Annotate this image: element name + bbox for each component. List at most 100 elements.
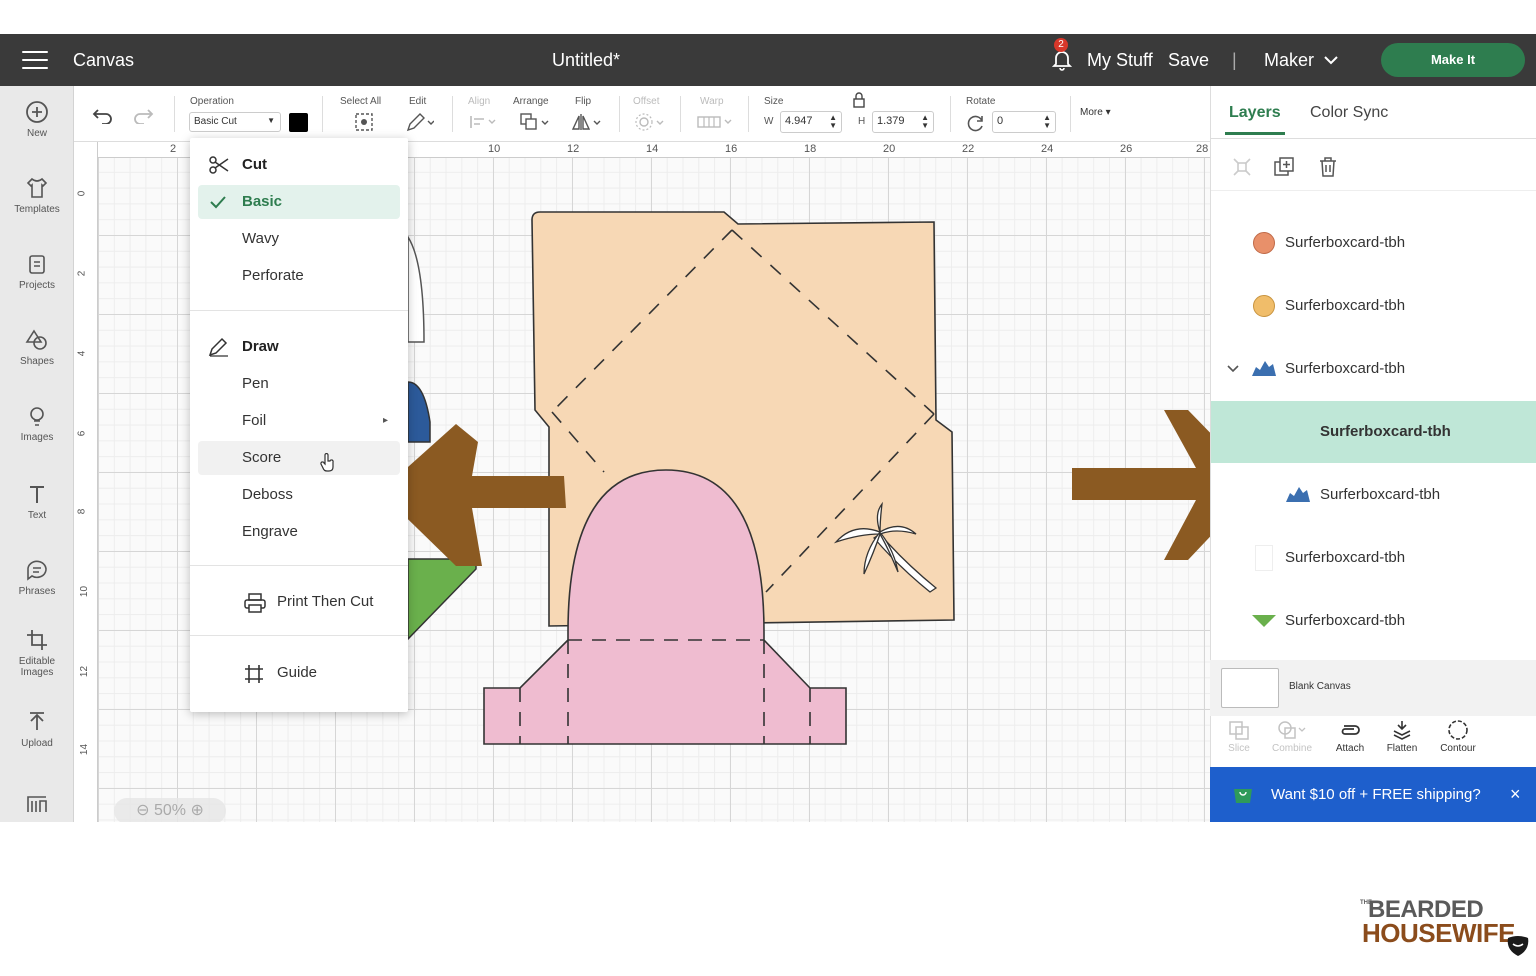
- logo-line-2: HOUSEWIFE: [1362, 918, 1515, 948]
- menu-item-engrave[interactable]: Engrave: [198, 515, 400, 549]
- my-stuff-link[interactable]: My Stuff: [1087, 50, 1153, 71]
- warp-icon[interactable]: [696, 114, 734, 130]
- sidebar-item-templates[interactable]: Templates: [0, 176, 74, 215]
- flip-label: Flip: [575, 96, 592, 107]
- save-button[interactable]: Save: [1168, 50, 1209, 71]
- layer-color-swatch: [1253, 295, 1275, 317]
- sidebar-item-images[interactable]: Images: [0, 404, 74, 443]
- upload-icon: [30, 712, 44, 730]
- check-icon: [210, 196, 226, 209]
- sidebar-item-phrases[interactable]: Phrases: [0, 558, 74, 597]
- chevron-down-icon[interactable]: [1324, 56, 1338, 65]
- chevron-down-icon[interactable]: [1227, 365, 1239, 373]
- sidebar-label: Templates: [14, 204, 60, 215]
- layer-row[interactable]: Surferboxcard-tbh: [1211, 212, 1536, 274]
- tab-color-sync[interactable]: Color Sync: [1310, 104, 1388, 122]
- combine-button[interactable]: Combine: [1264, 720, 1320, 754]
- menu-item-guide[interactable]: Guide: [198, 656, 400, 690]
- sidebar-label: Images: [20, 432, 54, 443]
- rotate-value: 0: [997, 115, 1004, 127]
- trash-icon[interactable]: [1317, 156, 1339, 178]
- ruler-tick-label: 2: [76, 270, 88, 277]
- menu-item-basic[interactable]: Basic: [198, 185, 400, 219]
- sidebar-item-editable-images[interactable]: Editable Images: [0, 628, 74, 678]
- layer-row[interactable]: Surferboxcard-tbh: [1211, 464, 1536, 526]
- layer-row[interactable]: Surferboxcard-tbh: [1211, 527, 1536, 589]
- sidebar-item-monogram[interactable]: [0, 792, 74, 820]
- make-it-button[interactable]: Make It: [1381, 43, 1525, 77]
- menu-item-deboss[interactable]: Deboss: [198, 478, 400, 512]
- operation-dropdown: Cut Basic Wavy Perforate Draw Pen Foil ▸ …: [190, 138, 408, 712]
- menu-item-print-then-cut[interactable]: Print Then Cut: [198, 585, 400, 619]
- document-title[interactable]: Untitled*: [552, 50, 620, 71]
- blank-canvas-label: Blank Canvas: [1289, 681, 1351, 692]
- layer-row[interactable]: Surferboxcard-tbh: [1211, 590, 1536, 652]
- width-input[interactable]: 4.947 ▲ ▼: [780, 111, 842, 133]
- undo-icon[interactable]: [92, 106, 114, 124]
- height-input[interactable]: 1.379 ▲ ▼: [872, 111, 934, 133]
- sidebar-item-shapes[interactable]: Shapes: [0, 328, 74, 367]
- menu-item-score[interactable]: Score: [198, 441, 400, 475]
- menu-item-foil[interactable]: Foil ▸: [198, 404, 400, 438]
- align-icon[interactable]: [469, 114, 497, 130]
- sidebar-item-new[interactable]: New: [0, 100, 74, 139]
- attach-button[interactable]: Attach: [1322, 720, 1378, 754]
- machine-selector[interactable]: Maker: [1264, 50, 1314, 71]
- sidebar-item-upload[interactable]: Upload: [0, 710, 74, 749]
- layer-group-row[interactable]: Surferboxcard-tbh: [1211, 338, 1536, 400]
- ruler-tick-label: 28: [1196, 143, 1209, 155]
- menu-label: Print Then Cut: [277, 593, 374, 610]
- flip-icon[interactable]: [571, 112, 603, 132]
- menu-item-perforate[interactable]: Perforate: [198, 259, 400, 293]
- flatten-button[interactable]: Flatten: [1374, 720, 1430, 754]
- select-all-icon[interactable]: [354, 112, 374, 132]
- close-icon[interactable]: ×: [1510, 784, 1521, 805]
- rotate-input[interactable]: 0 ▲ ▼: [992, 111, 1056, 133]
- more-menu[interactable]: More ▾: [1080, 107, 1111, 118]
- arrange-icon[interactable]: [519, 112, 551, 132]
- blank-canvas-row[interactable]: Blank Canvas: [1210, 660, 1536, 716]
- group-icon[interactable]: [1231, 156, 1253, 178]
- menu-item-pen[interactable]: Pen: [198, 367, 400, 401]
- left-sidebar: New Templates Projects Shapes Images Tex…: [0, 86, 74, 822]
- guide-icon: [245, 665, 263, 683]
- arrange-label: Arrange: [513, 96, 549, 107]
- plus-circle-icon: [26, 101, 48, 123]
- operation-select[interactable]: Basic Cut ▼: [189, 112, 281, 132]
- bell-icon[interactable]: [1052, 49, 1072, 71]
- slice-button[interactable]: Slice: [1211, 720, 1267, 754]
- offset-icon[interactable]: [634, 112, 666, 132]
- printer-icon: [244, 593, 266, 613]
- rotate-icon[interactable]: [966, 113, 986, 133]
- contour-button[interactable]: Contour: [1430, 720, 1486, 754]
- edit-label: Edit: [409, 96, 427, 107]
- menu-item-wavy[interactable]: Wavy: [198, 222, 400, 256]
- color-swatch[interactable]: [289, 113, 308, 132]
- duplicate-icon[interactable]: [1273, 156, 1295, 178]
- layer-row[interactable]: Surferboxcard-tbh: [1211, 275, 1536, 337]
- menu-header-cut: Cut: [198, 148, 400, 182]
- action-label: Contour: [1440, 743, 1476, 754]
- action-label: Flatten: [1386, 743, 1418, 754]
- contour-icon: [1448, 720, 1468, 740]
- edit-pen-icon[interactable]: [406, 112, 434, 132]
- zoom-value: 50%: [153, 802, 187, 819]
- right-arrow-annotation: [1072, 410, 1210, 560]
- layer-row-selected[interactable]: Surferboxcard-tbh: [1211, 401, 1536, 463]
- layer-shape-thumbnail: [1286, 487, 1310, 502]
- promo-banner[interactable]: Want $10 off + FREE shipping? ×: [1210, 767, 1536, 822]
- pencil-icon: [208, 337, 228, 357]
- ruler-tick-label: 12: [79, 665, 91, 678]
- redo-icon[interactable]: [132, 106, 154, 124]
- hidden-art-blue: [407, 381, 431, 443]
- layer-shape-thumbnail: [1252, 615, 1276, 627]
- lock-icon[interactable]: [852, 92, 866, 108]
- text-icon: [30, 486, 44, 503]
- tab-layers[interactable]: Layers: [1229, 104, 1281, 122]
- sidebar-item-text[interactable]: Text: [0, 482, 74, 521]
- menu-label: Guide: [277, 664, 318, 681]
- zoom-control[interactable]: ⊖ 50% ⊕: [114, 798, 226, 822]
- menu-icon[interactable]: [22, 51, 48, 69]
- sidebar-item-projects[interactable]: Projects: [0, 252, 74, 291]
- blank-canvas-swatch[interactable]: [1221, 668, 1279, 708]
